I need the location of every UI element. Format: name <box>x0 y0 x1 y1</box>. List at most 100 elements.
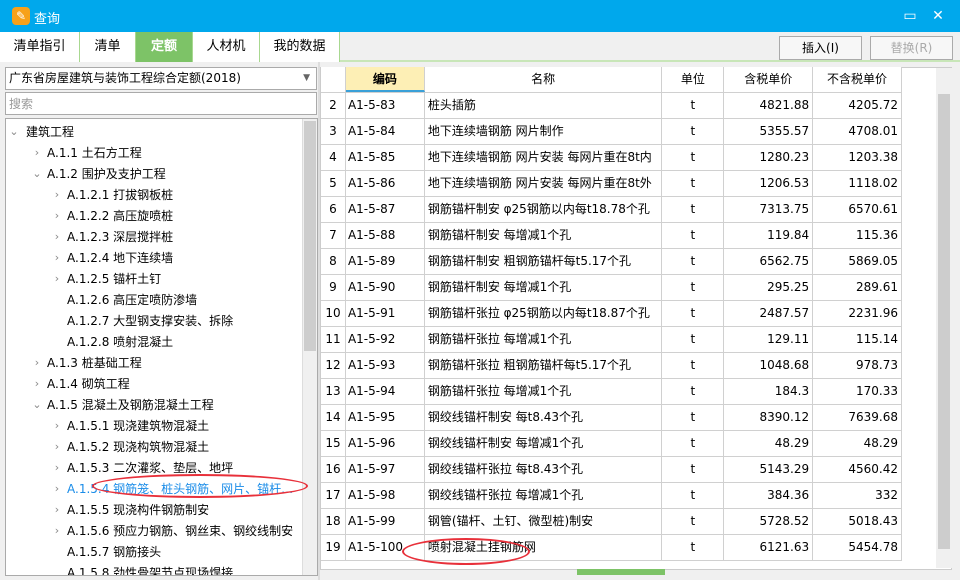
cell-row-index: 12 <box>321 353 346 378</box>
cell-price-tax: 1206.53 <box>724 171 814 196</box>
minimize-icon[interactable]: ▭ <box>900 6 920 26</box>
table-row[interactable]: 10 A1-5-91 钢筋锚杆张拉 φ25钢筋以内每t18.87个孔 t 2487.57… <box>321 301 902 327</box>
tab-quota[interactable]: 定额 <box>136 32 193 62</box>
cell-unit: t <box>662 353 725 378</box>
title-bar: ✎ 查询 ▭ ✕ <box>0 0 960 32</box>
chevron-right-icon[interactable]: › <box>51 185 63 205</box>
cell-price-tax: 8390.12 <box>724 405 814 430</box>
cell-price-tax: 4821.88 <box>724 93 814 118</box>
cell-code: A1-5-95 <box>346 405 425 430</box>
chevron-right-icon[interactable]: › <box>51 521 63 541</box>
table-row[interactable]: 14 A1-5-95 钢绞线锚杆制安 每t8.43个孔 t 8390.12 7639.68 <box>321 405 902 431</box>
cell-row-index: 18 <box>321 509 346 534</box>
collapse-panel-handle[interactable] <box>577 569 665 575</box>
cell-price-tax: 295.25 <box>724 275 814 300</box>
chevron-right-icon[interactable]: › <box>51 248 63 268</box>
cell-price-tax: 1280.23 <box>724 145 814 170</box>
insert-button[interactable]: 插入(I) <box>779 36 862 60</box>
chevron-right-icon[interactable]: › <box>51 269 63 289</box>
chevron-down-icon[interactable]: ⌄ <box>8 122 20 142</box>
app-logo-icon: ✎ <box>12 7 30 25</box>
tab-bill[interactable]: 清单 <box>80 32 136 62</box>
table-row[interactable]: 19 A1-5-100 喷射混凝土挂钢筋网 t 6121.63 5454.78 <box>321 535 902 561</box>
cell-price-notax: 5018.43 <box>813 509 902 534</box>
table-scrollbar-thumb[interactable] <box>938 94 950 549</box>
tree-item-label: 建筑工程 <box>26 125 75 139</box>
table-row[interactable]: 8 A1-5-89 钢筋锚杆制安 粗钢筋锚杆每t5.17个孔 t 6562.75 5869… <box>321 249 902 275</box>
cell-name: 地下连续墙钢筋 网片制作 <box>425 119 663 144</box>
table-row[interactable]: 12 A1-5-93 钢筋锚杆张拉 粗钢筋锚杆每t5.17个孔 t 1048.68 978… <box>321 353 902 379</box>
tree-item-label: A.1.5.5 现浇构件钢筋制安 <box>67 503 210 517</box>
cell-row-index: 2 <box>321 93 346 118</box>
table-row[interactable]: 5 A1-5-86 地下连续墙钢筋 网片安装 每网片重在8t外 t 1206.53 111… <box>321 171 902 197</box>
chevron-right-icon[interactable]: › <box>51 437 63 457</box>
chevron-right-icon[interactable]: › <box>51 500 63 520</box>
chevron-right-icon[interactable]: › <box>51 416 63 436</box>
chevron-right-icon[interactable]: › <box>51 227 63 247</box>
chevron-right-icon[interactable]: › <box>31 374 43 394</box>
cell-unit: t <box>662 535 725 560</box>
chevron-down-icon[interactable]: ⌄ <box>31 395 43 415</box>
quota-library-select[interactable]: 广东省房屋建筑与装饰工程综合定额(2018) ▼ <box>5 67 317 90</box>
cell-price-notax: 1118.02 <box>813 171 902 196</box>
chevron-right-icon[interactable]: › <box>31 353 43 373</box>
col-header-price-notax[interactable]: 不含税单价 <box>813 67 902 92</box>
cell-unit: t <box>662 197 725 222</box>
cell-row-index: 4 <box>321 145 346 170</box>
cell-row-index: 11 <box>321 327 346 352</box>
col-header-name[interactable]: 名称 <box>425 67 663 92</box>
search-input[interactable] <box>5 92 317 115</box>
cell-unit: t <box>662 431 725 456</box>
col-header-code[interactable]: 编码 <box>345 67 425 92</box>
table-row[interactable]: 13 A1-5-94 钢筋锚杆张拉 每增减1个孔 t 184.3 170.33 <box>321 379 902 405</box>
table-row[interactable]: 3 A1-5-84 地下连续墙钢筋 网片制作 t 5355.57 4708.01 <box>321 119 902 145</box>
close-icon[interactable]: ✕ <box>928 6 948 26</box>
cell-row-index: 10 <box>321 301 346 326</box>
cell-row-index: 14 <box>321 405 346 430</box>
chevron-right-icon[interactable]: › <box>31 143 43 163</box>
tree-item-label: A.1.5.6 预应力钢筋、钢丝束、钢绞线制安 <box>67 524 294 538</box>
table-row[interactable]: 4 A1-5-85 地下连续墙钢筋 网片安装 每网片重在8t内 t 1280.23 120… <box>321 145 902 171</box>
table-row[interactable]: 9 A1-5-90 钢筋锚杆制安 每增减1个孔 t 295.25 289.61 <box>321 275 902 301</box>
cell-price-tax: 2487.57 <box>724 301 814 326</box>
col-header-unit[interactable]: 单位 <box>662 67 725 92</box>
tab-my-data[interactable]: 我的数据 <box>260 32 340 62</box>
table-row[interactable]: 11 A1-5-92 钢筋锚杆张拉 每增减1个孔 t 129.11 115.14 <box>321 327 902 353</box>
cell-name: 钢筋锚杆制安 每增减1个孔 <box>425 275 663 300</box>
chevron-right-icon[interactable]: › <box>51 206 63 226</box>
cell-price-tax: 184.3 <box>724 379 814 404</box>
table-row[interactable]: 15 A1-5-96 钢绞线锚杆制安 每增减1个孔 t 48.29 48.29 <box>321 431 902 457</box>
table-row[interactable]: 2 A1-5-83 桩头插筋 t 4821.88 4205.72 <box>321 93 902 119</box>
cell-code: A1-5-89 <box>346 249 425 274</box>
col-header-price-tax[interactable]: 含税单价 <box>724 67 814 92</box>
cell-unit: t <box>662 457 725 482</box>
category-tree: ⌄ 建筑工程 › A.1.1 土石方工程 ⌄ A.1.2 围护及支护工程 › A.1.2.1 … <box>5 118 318 576</box>
cell-price-notax: 289.61 <box>813 275 902 300</box>
tree-scrollbar-thumb[interactable] <box>304 121 316 351</box>
tab-bill-guide[interactable]: 清单指引 <box>0 32 80 62</box>
cell-price-notax: 2231.96 <box>813 301 902 326</box>
cell-unit: t <box>662 249 725 274</box>
tab-materials[interactable]: 人材机 <box>193 32 260 62</box>
tree-item-label: A.1.2.7 大型钢支撑安装、拆除 <box>67 314 234 328</box>
cell-code: A1-5-93 <box>346 353 425 378</box>
table-row[interactable]: 17 A1-5-98 钢绞线锚杆张拉 每增减1个孔 t 384.36 332 <box>321 483 902 509</box>
table-row[interactable]: 18 A1-5-99 钢管(锚杆、土钉、微型桩)制安 t 5728.52 5018.43 <box>321 509 902 535</box>
table-row[interactable]: 16 A1-5-97 钢绞线锚杆张拉 每t8.43个孔 t 5143.29 4560.42 <box>321 457 902 483</box>
chevron-right-icon[interactable]: › <box>51 458 63 478</box>
chevron-down-icon[interactable]: ⌄ <box>31 164 43 184</box>
table-scrollbar[interactable] <box>936 68 952 568</box>
cell-name: 钢筋锚杆张拉 φ25钢筋以内每t18.87个孔 <box>425 301 663 326</box>
chevron-right-icon[interactable]: › <box>51 479 63 499</box>
cell-price-tax: 6121.63 <box>724 535 814 560</box>
tree-scrollbar[interactable] <box>302 119 317 575</box>
cell-price-notax: 7639.68 <box>813 405 902 430</box>
table-row[interactable]: 6 A1-5-87 钢筋锚杆制安 φ25钢筋以内每t18.78个孔 t 7313.75 6… <box>321 197 902 223</box>
replace-button[interactable]: 替换(R) <box>870 36 953 60</box>
tree-item-label: A.1.2.1 打拔钢板桩 <box>67 188 174 202</box>
cell-name: 钢绞线锚杆制安 每t8.43个孔 <box>425 405 663 430</box>
cell-price-notax: 115.14 <box>813 327 902 352</box>
cell-name: 钢筋锚杆制安 φ25钢筋以内每t18.78个孔 <box>425 197 663 222</box>
table-row[interactable]: 7 A1-5-88 钢筋锚杆制安 每增减1个孔 t 119.84 115.36 <box>321 223 902 249</box>
cell-price-tax: 1048.68 <box>724 353 814 378</box>
